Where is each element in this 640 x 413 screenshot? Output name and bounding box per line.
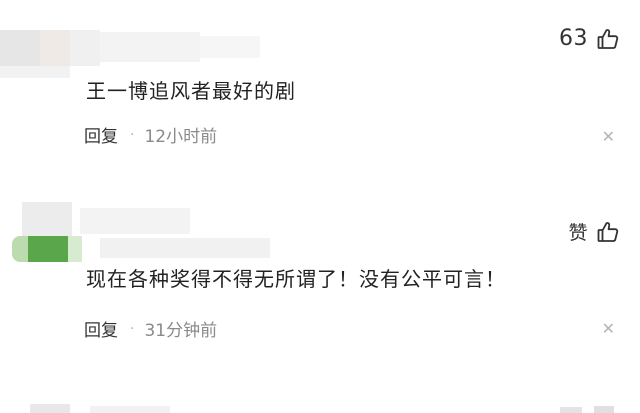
blurred-user-info — [0, 30, 340, 80]
comment-meta: 回复 · 31分钟前 — [84, 316, 218, 342]
partial-like-icon — [560, 404, 620, 413]
thumbs-up-icon — [596, 27, 620, 51]
comment-item: 赞 现在各种奖得不得无所谓了！没有公平可言！ 回复 · 31分钟前 ✕ — [0, 180, 640, 380]
close-icon[interactable]: ✕ — [602, 321, 615, 337]
comment-meta: 回复 · 12小时前 — [84, 122, 218, 148]
meta-separator: · — [130, 320, 135, 337]
close-icon[interactable]: ✕ — [602, 129, 615, 145]
blurred-user-info — [0, 402, 200, 413]
comment-list: 63 王一博追风者最好的剧 回复 · 12小时前 ✕ 赞 现在各种奖得不得无所谓… — [0, 0, 640, 413]
comment-time: 31分钟前 — [144, 321, 218, 341]
reply-button[interactable]: 回复 — [84, 122, 118, 147]
comment-text: 王一博追风者最好的剧 — [86, 79, 296, 103]
thumbs-up-icon — [596, 220, 620, 244]
meta-separator: · — [130, 126, 135, 143]
blurred-user-info — [0, 202, 300, 264]
like-button[interactable]: 63 — [559, 26, 620, 51]
like-button[interactable]: 赞 — [568, 218, 620, 245]
like-label: 赞 — [568, 222, 588, 244]
comment-text: 现在各种奖得不得无所谓了！没有公平可言！ — [86, 267, 506, 291]
reply-button[interactable]: 回复 — [84, 316, 118, 341]
like-count: 63 — [559, 26, 588, 51]
comment-item: 63 王一博追风者最好的剧 回复 · 12小时前 ✕ — [0, 0, 640, 180]
comment-time: 12小时前 — [144, 127, 218, 147]
